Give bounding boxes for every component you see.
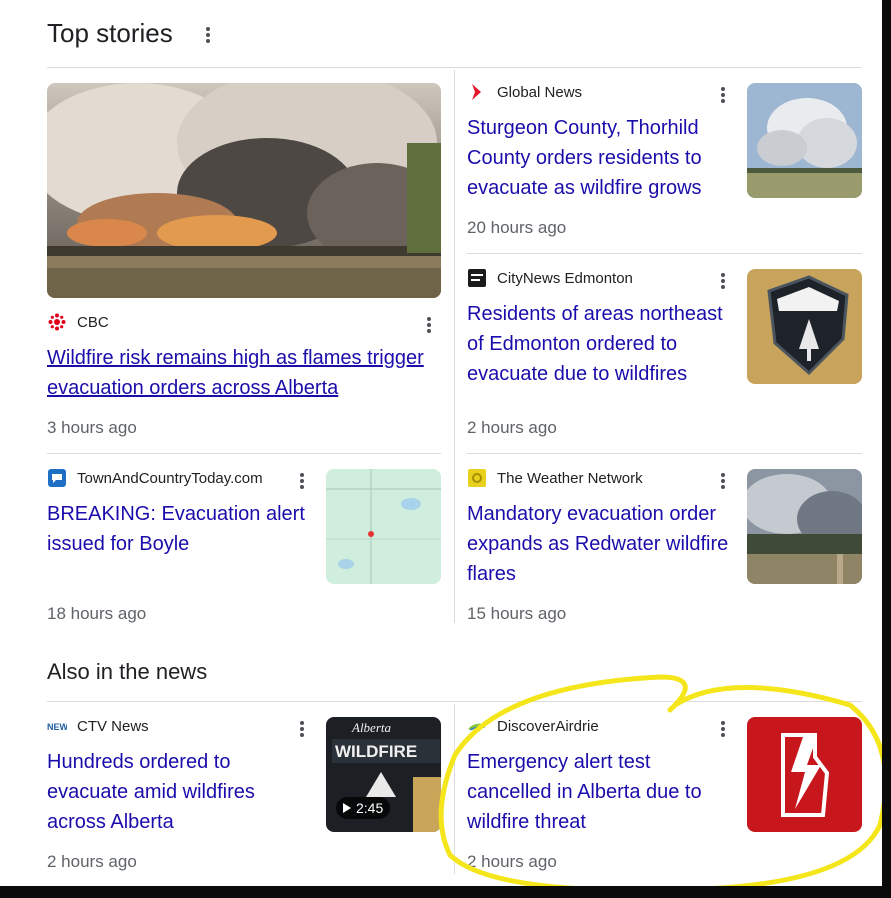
story-headline-link[interactable]: Hundreds ordered to evacuate amid wildfi…: [47, 747, 317, 837]
source-name: Global News: [497, 83, 583, 101]
story-headline-link[interactable]: Mandatory evacuation order expands as Re…: [467, 499, 737, 589]
column-divider: [454, 70, 455, 623]
divider: [467, 453, 862, 454]
story-headline-link[interactable]: Residents of areas northeast of Edmonton…: [467, 299, 737, 389]
story-source-ctv-news: NEWS CTV News: [47, 716, 149, 736]
source-name: CityNews Edmonton: [497, 269, 633, 287]
patch-main-text: WILDFIRE: [335, 742, 417, 761]
speech-bubble-icon: [47, 468, 67, 488]
story-headline-link[interactable]: BREAKING: Evacuation alert issued for Bo…: [47, 499, 317, 559]
map-thumbnail[interactable]: [326, 469, 441, 584]
patch-top-text: Alberta: [351, 720, 391, 735]
source-name: The Weather Network: [497, 469, 643, 487]
annotation-highlight-circle: [438, 674, 889, 893]
story-more-icon[interactable]: [294, 470, 310, 492]
source-name: CTV News: [77, 717, 149, 735]
divider: [47, 453, 441, 454]
story-thumbnail[interactable]: [747, 83, 862, 198]
svg-text:NEWS: NEWS: [47, 722, 67, 732]
top-stories-title: Top stories: [47, 18, 173, 48]
ctv-news-icon: NEWS: [47, 716, 67, 736]
story-time: 18 hours ago: [47, 604, 147, 623]
divider: [47, 67, 862, 68]
video-duration-badge: 2:45: [336, 797, 391, 819]
story-time: 20 hours ago: [467, 218, 567, 237]
story-source-global-news: Global News: [467, 82, 582, 102]
story-more-icon[interactable]: [421, 314, 437, 336]
story-source-weather-network: The Weather Network: [467, 468, 643, 488]
also-in-news-title: Also in the news: [47, 659, 208, 684]
story-time: 2 hours ago: [467, 418, 557, 437]
story-headline-link[interactable]: Sturgeon County, Thorhild County orders …: [467, 113, 732, 203]
story-more-icon[interactable]: [294, 718, 310, 740]
story-thumbnail[interactable]: [747, 269, 862, 384]
source-name: TownAndCountryToday.com: [77, 469, 263, 487]
weather-network-icon: [467, 468, 487, 488]
story-source-townandcountrytoday: TownAndCountryToday.com: [47, 468, 263, 488]
story-more-icon[interactable]: [715, 84, 731, 106]
story-thumbnail[interactable]: [747, 469, 862, 584]
top-stories-more-icon[interactable]: [200, 24, 216, 46]
divider: [467, 253, 862, 254]
right-edge-bar: [882, 0, 891, 898]
story-time: 2 hours ago: [47, 852, 137, 871]
source-name: CBC: [77, 313, 109, 331]
story-time: 3 hours ago: [47, 418, 137, 437]
story-more-icon[interactable]: [715, 470, 731, 492]
citynews-icon: [467, 268, 487, 288]
global-news-chevron-icon: [467, 82, 487, 102]
play-icon: [343, 803, 351, 813]
story-headline-link[interactable]: Wildfire risk remains high as flames tri…: [47, 343, 441, 403]
video-thumbnail[interactable]: Alberta WILDFIRE 2:45: [326, 717, 441, 832]
story-source-citynews: CityNews Edmonton: [467, 268, 633, 288]
cbc-gem-icon: [47, 312, 67, 332]
story-source-cbc: CBC: [47, 312, 109, 332]
cbc-story-image[interactable]: [47, 83, 441, 298]
story-time: 15 hours ago: [467, 604, 567, 623]
video-duration: 2:45: [356, 800, 384, 816]
story-more-icon[interactable]: [715, 270, 731, 292]
bottom-edge-bar: [0, 886, 891, 898]
